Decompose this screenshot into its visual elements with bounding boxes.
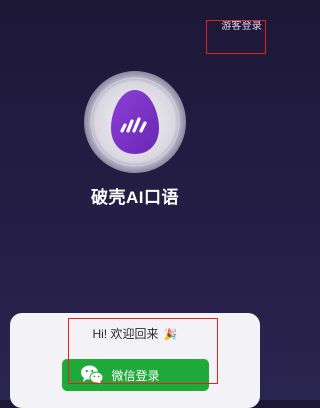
- guest-login-link[interactable]: 游客登录: [221, 17, 262, 32]
- wechat-icon: [81, 365, 104, 385]
- app-logo: [83, 70, 187, 174]
- party-popper-icon: 🎉: [163, 329, 178, 341]
- welcome-text: Hi! 欢迎回来: [92, 327, 159, 341]
- egg-logo-icon: [84, 71, 186, 173]
- app-name: 破壳AI口语: [91, 188, 179, 207]
- welcome-message: Hi! 欢迎回来 🎉: [0, 325, 270, 342]
- wechat-login-label: 微信登录: [111, 368, 160, 383]
